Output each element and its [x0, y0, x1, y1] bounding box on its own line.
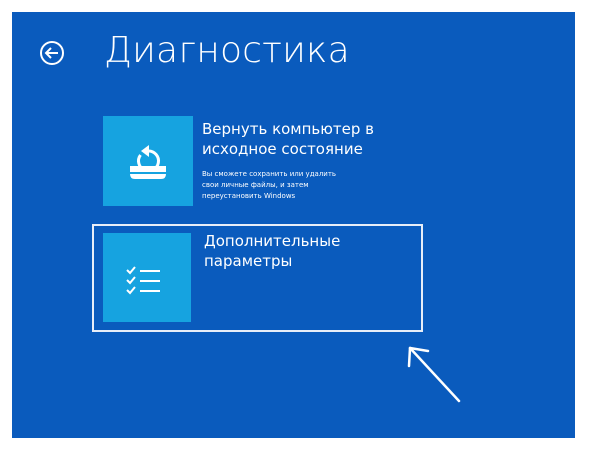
- reset-pc-option[interactable]: Вернуть компьютер в исходное состояние В…: [99, 114, 419, 219]
- reset-pc-description-line: Вы сможете сохранить или удалить: [202, 170, 337, 178]
- advanced-options-title-line: Дополнительные: [204, 232, 341, 250]
- reset-pc-tile: [103, 116, 193, 206]
- checklist-icon: [126, 266, 160, 295]
- page-title: Диагностика: [104, 30, 350, 71]
- reset-pc-icon: [130, 145, 166, 179]
- recovery-screen: Диагностика Вернуть компьютер в исходное…: [12, 12, 575, 438]
- reset-pc-description-line: свои личные файлы, и затем: [202, 181, 309, 189]
- advanced-options-option[interactable]: Дополнительные параметры: [92, 224, 423, 332]
- advanced-options-tile: [103, 233, 191, 322]
- advanced-options-title-line: параметры: [204, 252, 293, 270]
- advanced-options-title: Дополнительные параметры: [204, 231, 414, 271]
- back-arrow-circle-icon: [40, 41, 64, 65]
- pointer-arrow-icon: [407, 346, 461, 403]
- reset-pc-title-line: исходное состояние: [202, 140, 363, 158]
- reset-pc-title: Вернуть компьютер в исходное состояние: [202, 119, 412, 159]
- back-button[interactable]: [39, 40, 65, 66]
- reset-pc-description: Вы сможете сохранить или удалить свои ли…: [202, 169, 412, 202]
- reset-pc-description-line: переустановить Windows: [202, 192, 296, 200]
- reset-pc-title-line: Вернуть компьютер в: [202, 120, 374, 138]
